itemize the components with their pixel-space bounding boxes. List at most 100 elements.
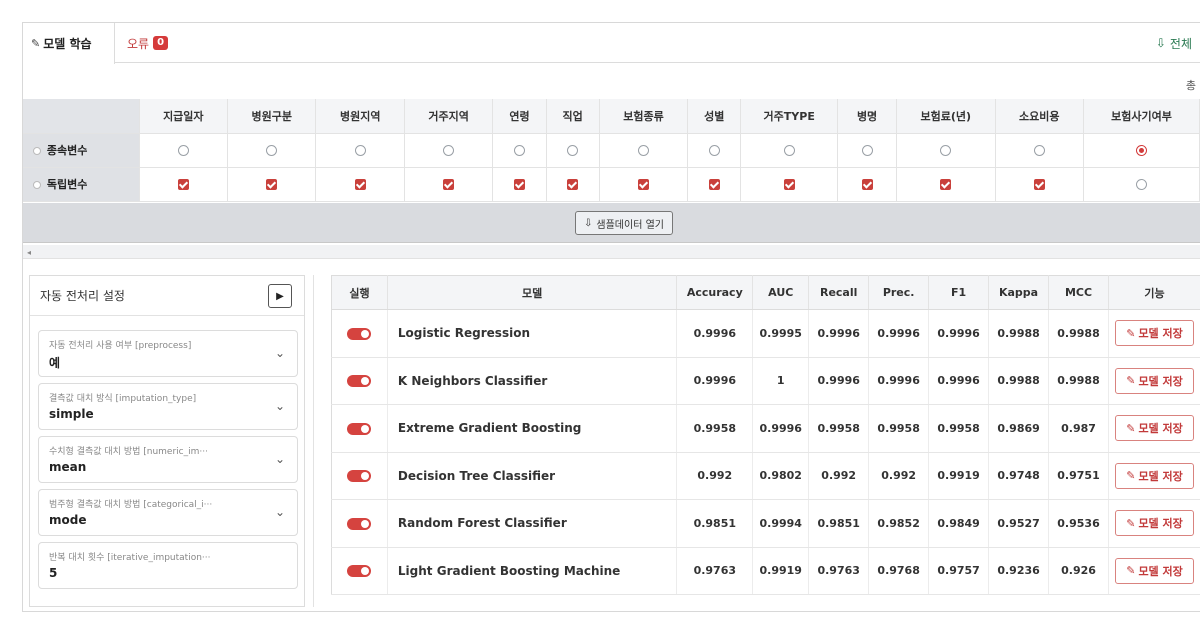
table-row: Light Gradient Boosting Machine 0.9763 0.9… xyxy=(331,547,1200,595)
preprocess-setting-field[interactable]: 반복 대치 횟수 [iterative_imputation··· 5 xyxy=(38,542,298,589)
dependent-radio[interactable] xyxy=(637,145,649,156)
independent-checkbox[interactable] xyxy=(567,179,579,190)
open-sample-data-label: 샘플데이터 열기 xyxy=(596,219,664,231)
dependent-variable-cell xyxy=(546,133,600,168)
dependent-radio[interactable] xyxy=(861,145,873,156)
independent-checkbox[interactable] xyxy=(266,179,278,190)
field-value: mode xyxy=(49,513,87,527)
chevron-down-icon[interactable]: ⌄ xyxy=(275,399,285,413)
preprocess-setting-field[interactable]: 결측값 대치 방식 [imputation_type] simple ⌄ xyxy=(38,383,298,430)
metric-kappa: 0.9236 xyxy=(988,547,1050,595)
save-model-label: 모델 저장 xyxy=(1138,517,1183,531)
independent-checkbox[interactable] xyxy=(354,179,366,190)
dependent-radio[interactable] xyxy=(354,145,366,156)
dependent-radio[interactable] xyxy=(783,145,795,156)
dependent-label-text: 종속변수 xyxy=(46,144,88,157)
metric-kappa: 0.9527 xyxy=(988,499,1050,548)
results-column-header: Accuracy xyxy=(676,275,754,310)
results-column-header: Kappa xyxy=(988,275,1050,310)
chevron-down-icon[interactable]: ⌄ xyxy=(275,452,285,466)
dependent-radio[interactable] xyxy=(513,145,525,156)
metric-auc: 0.9995 xyxy=(752,309,810,358)
field-label: 결측값 대치 방식 [imputation_type] xyxy=(49,394,197,404)
dependent-radio[interactable] xyxy=(266,145,278,156)
save-model-button[interactable]: ✎ 모델 저장 xyxy=(1115,320,1194,347)
panel-title: 자동 전처리 설정 xyxy=(40,289,125,303)
horizontal-scrollbar[interactable]: ◂ xyxy=(23,245,1200,259)
dependent-variable-cell xyxy=(139,133,229,168)
tab-all-label: 전체 xyxy=(1169,36,1192,51)
dependent-radio[interactable] xyxy=(177,145,189,156)
dependent-radio[interactable] xyxy=(567,145,579,156)
results-column-header: Recall xyxy=(808,275,870,310)
metric-kappa: 0.9869 xyxy=(988,404,1050,453)
dependent-radio[interactable] xyxy=(443,145,455,156)
independent-checkbox[interactable] xyxy=(443,179,455,190)
independent-checkbox[interactable] xyxy=(861,179,873,190)
run-preprocess-button[interactable]: ▶ xyxy=(268,284,292,308)
dependent-radio[interactable] xyxy=(940,145,952,156)
variable-column-header: 보험종류 xyxy=(599,99,689,134)
save-model-button[interactable]: ✎ 모델 저장 xyxy=(1115,557,1194,584)
run-cell xyxy=(331,452,388,500)
model-name: K Neighbors Classifier xyxy=(387,357,678,405)
scroll-left-icon[interactable]: ◂ xyxy=(27,248,31,257)
save-model-label: 모델 저장 xyxy=(1138,564,1183,578)
dependent-radio[interactable] xyxy=(1033,145,1045,156)
open-sample-data-button[interactable]: ⇩ 샘플데이터 열기 xyxy=(575,211,673,235)
action-cell: ✎ 모델 저장 xyxy=(1108,452,1200,500)
action-cell: ✎ 모델 저장 xyxy=(1108,357,1200,405)
app-frame: ✎ 모델 학습 오류 0 ⇩ 전체 총 지급일자 병원구분 병원지역 거주지역 연령 직업… xyxy=(22,22,1200,612)
independent-variable-cell xyxy=(837,167,898,202)
model-results-table: 실행 모델 Accuracy AUC Recall Prec. F1 Kappa MCC 기능 L… xyxy=(331,275,1200,595)
metric-recall: 0.9996 xyxy=(808,357,870,405)
preprocess-setting-field[interactable]: 범주형 결측값 대치 방법 [categorical_i··· mode ⌄ xyxy=(38,489,298,536)
tab-model-training-label: 모델 학습 xyxy=(43,37,92,51)
run-toggle[interactable] xyxy=(347,470,372,483)
download-icon: ⇩ xyxy=(1155,36,1166,50)
preprocess-setting-field[interactable]: 수치형 결측값 대치 방법 [numeric_im··· mean ⌄ xyxy=(38,436,298,483)
independent-radio[interactable] xyxy=(1135,179,1147,190)
tab-errors[interactable]: 오류 0 xyxy=(127,23,169,63)
edit-icon: ✎ xyxy=(1126,374,1136,388)
independent-checkbox[interactable] xyxy=(177,179,189,190)
action-cell: ✎ 모델 저장 xyxy=(1108,309,1200,358)
run-toggle[interactable] xyxy=(347,517,372,530)
chevron-down-icon[interactable]: ⌄ xyxy=(275,505,285,519)
table-row: Extreme Gradient Boosting 0.9958 0.9996 0.9… xyxy=(331,404,1200,453)
field-value: 예 xyxy=(49,356,61,370)
save-model-button[interactable]: ✎ 모델 저장 xyxy=(1115,415,1194,442)
independent-checkbox[interactable] xyxy=(940,179,952,190)
metric-recall: 0.9996 xyxy=(808,309,870,358)
independent-variable-cell xyxy=(139,167,229,202)
results-column-header: 모델 xyxy=(387,275,678,310)
metric-kappa: 0.9988 xyxy=(988,309,1050,358)
tab-bar: ✎ 모델 학습 오류 0 ⇩ 전체 xyxy=(23,23,1200,64)
run-toggle[interactable] xyxy=(347,565,372,578)
run-toggle[interactable] xyxy=(347,375,372,388)
dependent-radio[interactable] xyxy=(708,145,720,156)
run-cell xyxy=(331,499,388,548)
chevron-down-icon[interactable]: ⌄ xyxy=(275,346,285,360)
run-toggle[interactable] xyxy=(347,422,372,435)
independent-checkbox[interactable] xyxy=(513,179,525,190)
save-model-button[interactable]: ✎ 모델 저장 xyxy=(1115,510,1194,537)
edit-icon: ✎ xyxy=(1126,516,1136,530)
run-cell xyxy=(331,404,388,453)
tab-all[interactable]: ⇩ 전체 xyxy=(1156,23,1192,63)
independent-checkbox[interactable] xyxy=(708,179,720,190)
independent-checkbox[interactable] xyxy=(1033,179,1045,190)
preprocess-setting-field[interactable]: 자동 전처리 사용 여부 [preprocess] 예 ⌄ xyxy=(38,330,298,377)
metric-mcc: 0.987 xyxy=(1048,404,1109,453)
variable-column-header: 병명 xyxy=(837,99,898,134)
save-model-button[interactable]: ✎ 모델 저장 xyxy=(1115,367,1194,394)
run-toggle[interactable] xyxy=(347,327,372,340)
metric-accuracy: 0.9851 xyxy=(676,499,754,548)
save-model-button[interactable]: ✎ 모델 저장 xyxy=(1115,462,1194,489)
results-column-header: AUC xyxy=(752,275,810,310)
metric-mcc: 0.9988 xyxy=(1048,309,1109,358)
dependent-radio[interactable] xyxy=(1135,145,1147,156)
independent-checkbox[interactable] xyxy=(783,179,795,190)
tab-model-training[interactable]: ✎ 모델 학습 xyxy=(23,23,115,64)
independent-checkbox[interactable] xyxy=(637,179,649,190)
